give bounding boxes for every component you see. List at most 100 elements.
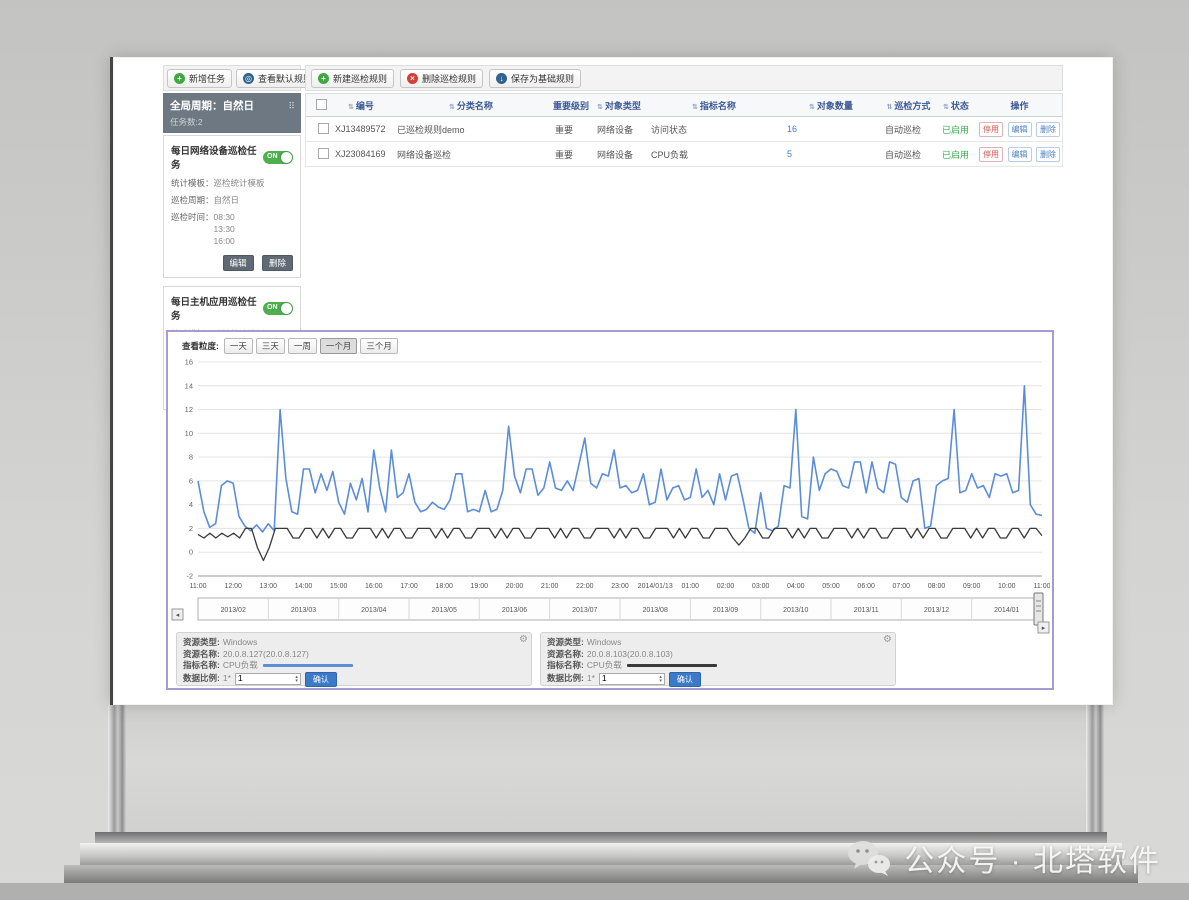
col-header-mode[interactable]: ⇅巡检方式 <box>880 99 937 112</box>
cycle-label: 巡检周期： <box>171 194 214 206</box>
view-default-rules-label: 查看默认规则 <box>258 72 312 85</box>
task-toggle-on[interactable]: ON <box>263 151 293 164</box>
overview-month-label: 2013/06 <box>502 607 527 614</box>
overview-slider-handle[interactable] <box>1034 593 1043 625</box>
overview-month-label: 2013/12 <box>924 607 949 614</box>
col-header-status[interactable]: ⇅状态 <box>937 99 975 112</box>
delete-task-button[interactable]: 删除 <box>262 255 293 271</box>
x-axis-label: 07:00 <box>893 583 911 590</box>
confirm-button[interactable]: 确认 <box>669 672 701 687</box>
add-task-button[interactable]: + 新增任务 <box>167 69 232 88</box>
scroll-right-arrow-icon: ▸ <box>1042 625 1046 632</box>
sort-icon[interactable]: ⇅ <box>449 104 455 111</box>
resource-type-label: 资源类型: <box>547 637 584 649</box>
drag-handle-icon[interactable]: ⠿ <box>288 101 295 112</box>
sort-icon[interactable]: ⇅ <box>887 104 893 111</box>
gear-icon[interactable]: ⚙ <box>519 634 528 645</box>
granularity-controls: 查看粒度: 一天 三天 一周 一个月 三个月 <box>182 338 398 354</box>
granularity-1day-button[interactable]: 一天 <box>224 338 253 354</box>
row-checkbox[interactable] <box>318 148 329 159</box>
col-header-count[interactable]: ⇅对象数量 <box>782 99 880 112</box>
rule-indicator: CPU负载 <box>646 148 782 161</box>
rule-count-link[interactable]: 5 <box>782 149 880 159</box>
select-all-checkbox[interactable] <box>316 99 327 110</box>
table-row[interactable]: XJ23084169 网络设备巡检 重要 网络设备 CPU负载 5 自动巡检 已… <box>305 142 1063 167</box>
table-row[interactable]: XJ13489572 已巡检规则demo 重要 网络设备 访问状态 16 自动巡… <box>305 117 1063 142</box>
series-info-panel: ⚙ 资源类型:Windows 资源名称:20.0.8.127(20.0.8.12… <box>176 632 532 686</box>
col-header-indicator[interactable]: ⇅指标名称 <box>646 99 782 112</box>
inspection-trend-chart[interactable]: 1614121086420-211:0012:0013:0014:0015:00… <box>170 350 1050 646</box>
overview-month-label: 2013/02 <box>221 607 246 614</box>
x-axis-label: 21:00 <box>541 583 559 590</box>
task-toggle-on[interactable]: ON <box>263 302 293 315</box>
edit-rule-button[interactable]: 编辑 <box>1008 122 1032 137</box>
x-axis-label: 14:00 <box>295 583 313 590</box>
delete-rule-row-button[interactable]: 删除 <box>1036 122 1060 137</box>
col-header-checkbox <box>306 99 330 112</box>
spinner-arrows-icon[interactable]: ▴▾ <box>295 675 298 683</box>
x-axis-label: 18:00 <box>435 583 453 590</box>
add-task-label: 新增任务 <box>189 72 225 85</box>
x-axis-label: 09:00 <box>963 583 981 590</box>
y-axis-label: 2 <box>189 524 193 533</box>
stat-template-label: 统计模板： <box>171 177 214 189</box>
col-header-id[interactable]: ⇅编号 <box>330 99 392 112</box>
stop-rule-button[interactable]: 停用 <box>979 122 1003 137</box>
granularity-1month-button[interactable]: 一个月 <box>320 338 358 354</box>
x-axis-label: 23:00 <box>611 583 629 590</box>
overview-month-label: 2013/04 <box>361 607 386 614</box>
task-title: 每日主机应用巡检任务 <box>171 294 263 322</box>
sort-icon[interactable]: ⇅ <box>943 104 949 111</box>
plus-circle-icon: + <box>318 73 329 84</box>
sort-icon[interactable]: ⇅ <box>692 104 698 111</box>
confirm-button[interactable]: 确认 <box>305 672 337 687</box>
rule-status: 已启用 <box>937 123 975 136</box>
ratio-label: 数据比例: <box>547 673 584 685</box>
floor <box>0 883 1189 900</box>
overview-month-label: 2013/08 <box>643 607 668 614</box>
gear-icon[interactable]: ⚙ <box>883 634 892 645</box>
edit-rule-button[interactable]: 编辑 <box>1008 147 1032 162</box>
granularity-1week-button[interactable]: 一周 <box>288 338 317 354</box>
granularity-label: 查看粒度: <box>182 340 219 352</box>
sort-icon[interactable]: ⇅ <box>597 104 603 111</box>
scroll-left-arrow-icon: ◂ <box>176 612 180 619</box>
resource-type-value: Windows <box>223 637 257 649</box>
sort-icon[interactable]: ⇅ <box>809 104 815 111</box>
metric-value: CPU负载 <box>223 660 258 672</box>
task-group-header[interactable]: 全局周期：自然日 任务数:2 ⠿ <box>163 93 301 133</box>
cross-circle-icon: × <box>407 73 418 84</box>
y-axis-label: 6 <box>189 476 193 485</box>
rule-count-link[interactable]: 16 <box>782 124 880 134</box>
col-header-actions: 操作 <box>975 99 1064 112</box>
spinner-arrows-icon[interactable]: ▴▾ <box>659 675 662 683</box>
series-color-swatch <box>627 664 717 667</box>
col-header-level[interactable]: 重要级别 <box>550 99 592 112</box>
save-as-base-rule-label: 保存为基础规则 <box>511 72 574 85</box>
granularity-3months-button[interactable]: 三个月 <box>360 338 398 354</box>
sort-icon[interactable]: ⇅ <box>348 104 354 111</box>
edit-task-button[interactable]: 编辑 <box>223 255 254 271</box>
overview-month-label: 2014/01 <box>994 607 1019 614</box>
delete-rule-button[interactable]: × 删除巡检规则 <box>400 69 483 88</box>
delete-rule-row-button[interactable]: 删除 <box>1036 147 1060 162</box>
col-header-objtype[interactable]: ⇅对象类型 <box>592 99 646 112</box>
ratio-prefix: 1* <box>223 673 231 685</box>
new-rule-button[interactable]: + 新建巡检规则 <box>311 69 394 88</box>
rule-id: XJ13489572 <box>330 124 392 134</box>
granularity-3days-button[interactable]: 三天 <box>256 338 285 354</box>
x-axis-label: 22:00 <box>576 583 594 590</box>
save-circle-icon: ↓ <box>496 73 507 84</box>
stop-rule-button[interactable]: 停用 <box>979 147 1003 162</box>
overview-month-label: 2013/03 <box>291 607 316 614</box>
time-values: 08:30 13:30 16:00 <box>214 211 235 247</box>
table-header-row: ⇅编号 ⇅分类名称 重要级别 ⇅对象类型 ⇅指标名称 ⇅对象数量 ⇅巡检方式 ⇅… <box>305 93 1063 117</box>
ratio-spinner[interactable]: 1▴▾ <box>599 673 665 685</box>
time-value: 08:30 <box>214 211 235 223</box>
toggle-knob <box>281 303 292 314</box>
save-as-base-rule-button[interactable]: ↓ 保存为基础规则 <box>489 69 581 88</box>
metric-label: 指标名称: <box>547 660 584 672</box>
col-header-category[interactable]: ⇅分类名称 <box>392 99 550 112</box>
row-checkbox[interactable] <box>318 123 329 134</box>
ratio-spinner[interactable]: 1▴▾ <box>235 673 301 685</box>
